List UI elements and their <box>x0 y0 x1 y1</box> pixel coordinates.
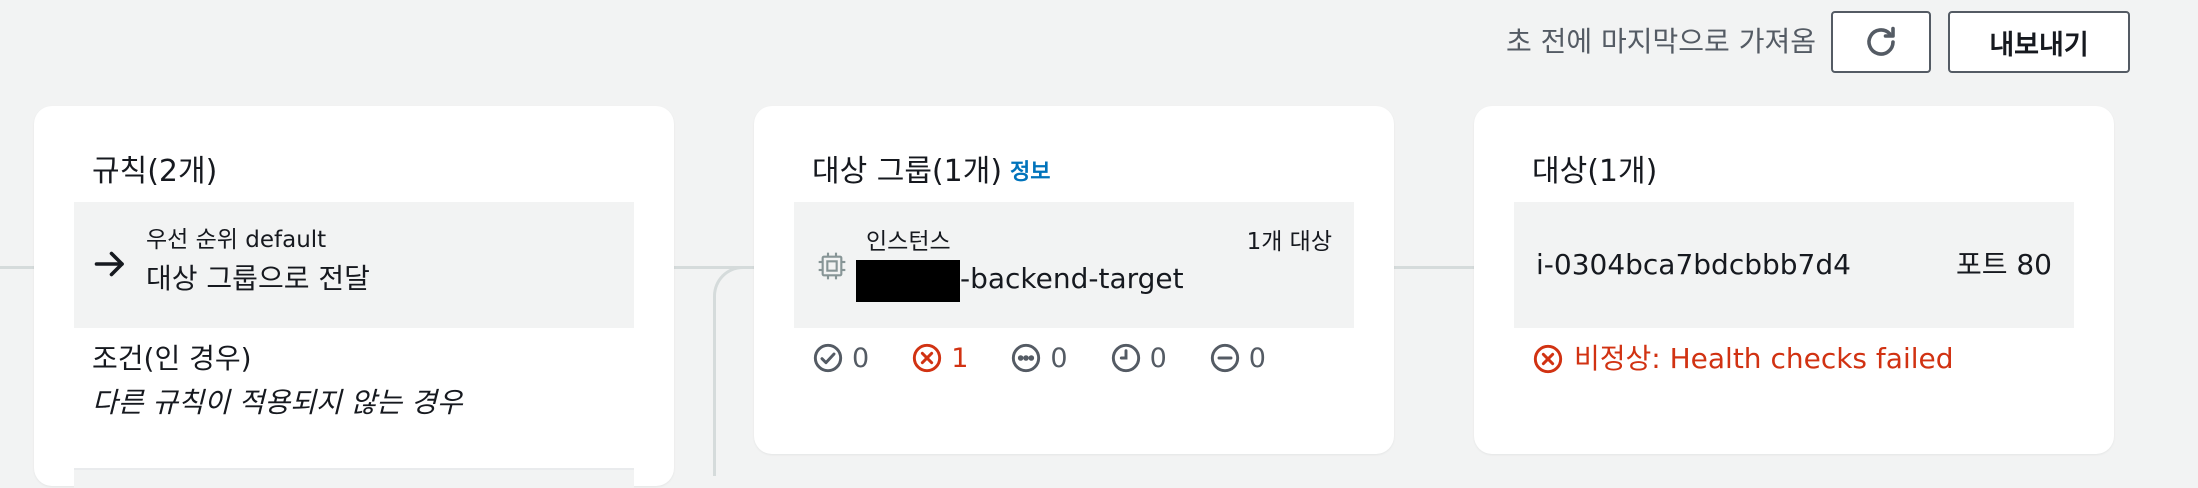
pending-value: 0 <box>1149 342 1167 374</box>
status-counts-row: 0 1 0 0 0 <box>812 342 1308 374</box>
rule-next-panel[interactable] <box>74 468 634 488</box>
pending-count: 0 <box>1110 342 1167 374</box>
healthy-value: 0 <box>852 342 870 374</box>
targets-card: 대상(1개) i-0304bca7bdcbbb7d4 포트 80 비정상: He… <box>1474 106 2114 454</box>
rule-default-panel[interactable]: 우선 순위 default 대상 그룹으로 전달 <box>74 202 634 328</box>
unused-value: 0 <box>1050 342 1068 374</box>
target-instance-id[interactable]: i-0304bca7bdcbbb7d4 <box>1536 248 1851 282</box>
targets-title: 대상(1개) <box>1532 154 1658 189</box>
unhealthy-x-icon <box>1533 344 1563 374</box>
last-fetched-text: 초 전에 마지막으로 가져옴 <box>1505 25 1816 58</box>
info-link[interactable]: 정보 <box>1010 160 1050 185</box>
target-health-row: 비정상: Health checks failed <box>1532 342 1954 376</box>
draining-count: 0 <box>1209 342 1266 374</box>
target-panel[interactable]: i-0304bca7bdcbbb7d4 포트 80 <box>1514 202 2074 328</box>
rule-action: 대상 그룹으로 전달 <box>146 262 370 295</box>
unhealthy-count: 1 <box>911 342 968 374</box>
target-health-status: 비정상: Health checks failed <box>1574 342 1954 375</box>
healthy-count: 0 <box>812 342 869 374</box>
target-groups-card: 대상 그룹(1개) 정보 인스턴스 1개 대상 -backend-target 0 <box>754 106 1394 454</box>
target-group-panel[interactable]: 인스턴스 1개 대상 -backend-target <box>794 202 1354 328</box>
unhealthy-x-icon <box>913 343 942 373</box>
healthy-check-icon <box>813 343 843 373</box>
target-groups-title-wrap: 대상 그룹(1개) 정보 <box>812 146 1051 190</box>
unused-count: 0 <box>1010 342 1068 374</box>
arrow-right-icon <box>94 251 124 277</box>
target-group-name[interactable]: -backend-target <box>960 262 1184 296</box>
condition-value: 다른 규칙이 적용되지 않는 경우 <box>92 386 463 419</box>
draining-value: 0 <box>1248 342 1266 374</box>
refresh-icon <box>1867 26 1895 56</box>
unhealthy-value: 1 <box>951 342 969 374</box>
unused-ellipsis-icon <box>1012 343 1041 373</box>
export-button[interactable]: 내보내기 <box>1948 11 2130 73</box>
target-groups-title: 대상 그룹(1개) <box>812 154 1003 189</box>
condition-label: 조건(인 경우) <box>92 342 252 375</box>
rules-card: 규칙(2개) 우선 순위 default 대상 그룹으로 전달 조건(인 경우)… <box>34 106 674 488</box>
target-port: 포트 80 <box>1955 248 2052 281</box>
draining-minus-icon <box>1210 343 1239 373</box>
instance-chip-icon <box>818 252 846 280</box>
redacted-name-block <box>856 260 960 302</box>
rule-priority: 우선 순위 default <box>146 227 327 253</box>
target-group-type: 인스턴스 <box>866 229 951 255</box>
rules-title: 규칙(2개) <box>92 154 218 189</box>
refresh-button[interactable] <box>1831 11 1931 73</box>
target-group-count: 1개 대상 <box>1246 229 1332 255</box>
pending-clock-icon <box>1111 343 1140 373</box>
